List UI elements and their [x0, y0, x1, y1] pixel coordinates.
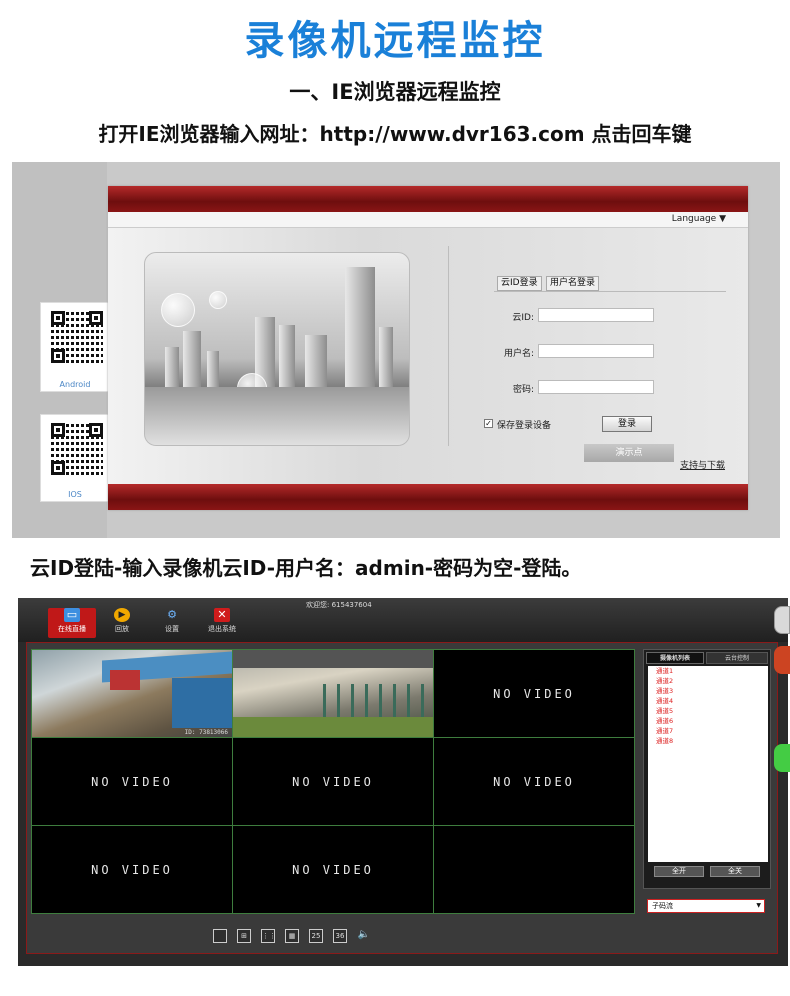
- video-grid: ID: 73813066 NO VIDEO NO VIDEO NO VIDEO …: [31, 649, 635, 919]
- qr-card-ios[interactable]: IOS: [40, 414, 110, 502]
- qr-label-ios: IOS: [68, 490, 82, 499]
- welcome-text: 欢迎您: 615437604: [306, 601, 372, 609]
- no-video-label: NO VIDEO: [493, 686, 575, 701]
- tab-cloud-id-login[interactable]: 云ID登录: [497, 276, 542, 291]
- layout-9-icon[interactable]: ⋮⋮: [261, 929, 276, 943]
- username-input[interactable]: [538, 344, 654, 358]
- section-subtitle: 一、IE浏览器远程监控: [289, 80, 501, 104]
- channel-item[interactable]: 通道6: [648, 716, 768, 726]
- login-window: Language ▼ 云ID登录 用户名登录 云ID: 用户名: 密码: ✓ 保…: [108, 186, 748, 510]
- speaker-icon[interactable]: 🔈: [357, 929, 371, 943]
- instruction-open-browser: 打开IE浏览器输入网址：http://www.dvr163.com 点击回车键: [98, 122, 692, 146]
- no-video-label: NO VIDEO: [91, 862, 173, 877]
- remember-label: 保存登录设备: [497, 421, 552, 431]
- play-icon: ▶: [114, 608, 130, 622]
- side-tab[interactable]: [774, 606, 790, 634]
- settings-label: 设置: [165, 625, 179, 633]
- close-icon: ✕: [214, 608, 230, 622]
- playback-label: 回放: [115, 625, 129, 633]
- video-channel-9[interactable]: [433, 825, 635, 914]
- dvr-main-frame: ID: 73813066 NO VIDEO NO VIDEO NO VIDEO …: [26, 642, 778, 954]
- side-tab[interactable]: [774, 744, 790, 772]
- qr-card-android[interactable]: Android: [40, 302, 110, 392]
- language-strip: [108, 212, 748, 228]
- video-channel-4[interactable]: NO VIDEO: [31, 737, 233, 826]
- divider: [448, 246, 449, 446]
- cloud-id-label: 云ID:: [512, 313, 534, 323]
- exit-label: 退出系统: [208, 625, 236, 633]
- no-video-label: NO VIDEO: [91, 774, 173, 789]
- tab-ptz-control[interactable]: 云台控制: [706, 652, 768, 664]
- tab-username-login[interactable]: 用户名登录: [546, 276, 600, 291]
- playback-button[interactable]: ▶ 回放: [98, 608, 146, 638]
- stream-select[interactable]: 子码流 ▼: [647, 899, 765, 913]
- live-view-button[interactable]: ▭ 在线直播: [48, 608, 96, 638]
- remember-checkbox[interactable]: ✓: [484, 419, 493, 428]
- channel-item[interactable]: 通道1: [648, 666, 768, 676]
- qr-code-icon: [51, 423, 103, 475]
- city-banner-image: [144, 252, 410, 446]
- video-channel-8[interactable]: NO VIDEO: [232, 825, 434, 914]
- language-dropdown[interactable]: Language ▼: [672, 214, 726, 224]
- header-bar: [108, 186, 748, 212]
- dvr-screenshot: 欢迎您: 615437604 ▭ 在线直播 ▶ 回放 ⚙ 设置 ✕ 退出系统 I…: [18, 598, 788, 966]
- layout-1-icon[interactable]: [213, 929, 227, 943]
- channel-item[interactable]: 通道2: [648, 676, 768, 686]
- username-label: 用户名:: [503, 349, 534, 359]
- channel-item[interactable]: 通道5: [648, 706, 768, 716]
- main-title: 录像机远程监控: [244, 18, 546, 64]
- password-input[interactable]: [538, 380, 654, 394]
- settings-button[interactable]: ⚙ 设置: [148, 608, 196, 638]
- dvr-toolbar: 欢迎您: 615437604 ▭ 在线直播 ▶ 回放 ⚙ 设置 ✕ 退出系统: [18, 598, 788, 642]
- no-video-label: NO VIDEO: [493, 774, 575, 789]
- tab-underline: [494, 291, 726, 292]
- footer-bar: [108, 484, 748, 510]
- cloud-id-input[interactable]: [538, 308, 654, 322]
- camera-side-panel: 摄像机列表 云台控制 通道1 通道2 通道3 通道4 通道5 通道6 通道7 通…: [643, 649, 771, 889]
- video-channel-7[interactable]: NO VIDEO: [31, 825, 233, 914]
- qr-code-icon: [51, 311, 103, 363]
- layout-25-button[interactable]: 25: [309, 929, 323, 943]
- exit-button[interactable]: ✕ 退出系统: [198, 608, 246, 638]
- chevron-down-icon: ▼: [756, 902, 761, 909]
- layout-36-button[interactable]: 36: [333, 929, 347, 943]
- stream-value: 子码流: [652, 902, 673, 910]
- channel-item[interactable]: 通道4: [648, 696, 768, 706]
- instruction-login: 云ID登陆-输入录像机云ID-用户名：admin-密码为空-登陆。: [30, 556, 582, 580]
- channel-item[interactable]: 通道7: [648, 726, 768, 736]
- video-channel-5[interactable]: NO VIDEO: [232, 737, 434, 826]
- video-channel-1[interactable]: ID: 73813066: [31, 649, 234, 738]
- channel-item[interactable]: 通道3: [648, 686, 768, 696]
- layout-16-icon[interactable]: ▦: [285, 929, 299, 943]
- video-channel-3[interactable]: NO VIDEO: [433, 649, 635, 738]
- camera-stamp: ID: 73813066: [184, 729, 228, 736]
- no-video-label: NO VIDEO: [292, 862, 374, 877]
- video-channel-2[interactable]: [232, 649, 435, 738]
- channel-list: 通道1 通道2 通道3 通道4 通道5 通道6 通道7 通道8: [648, 666, 768, 862]
- demo-button[interactable]: 演示点: [584, 444, 674, 462]
- qr-label-android: Android: [59, 380, 91, 389]
- monitor-icon: ▭: [64, 608, 80, 622]
- login-screenshot: Android IOS Language ▼ 云ID登录 用户名登录 云ID: …: [12, 162, 780, 538]
- gear-icon: ⚙: [167, 608, 177, 621]
- layout-4-icon[interactable]: ⊞: [237, 929, 251, 943]
- login-button[interactable]: 登录: [602, 416, 652, 432]
- video-channel-6[interactable]: NO VIDEO: [433, 737, 635, 826]
- tab-camera-list[interactable]: 摄像机列表: [646, 652, 704, 664]
- open-all-button[interactable]: 全开: [654, 866, 704, 877]
- side-tab[interactable]: [774, 646, 790, 674]
- close-all-button[interactable]: 全关: [710, 866, 760, 877]
- channel-item[interactable]: 通道8: [648, 736, 768, 746]
- live-view-label: 在线直播: [58, 625, 86, 633]
- support-download-link[interactable]: 支持与下载: [680, 458, 725, 471]
- password-label: 密码:: [512, 385, 534, 395]
- no-video-label: NO VIDEO: [292, 774, 374, 789]
